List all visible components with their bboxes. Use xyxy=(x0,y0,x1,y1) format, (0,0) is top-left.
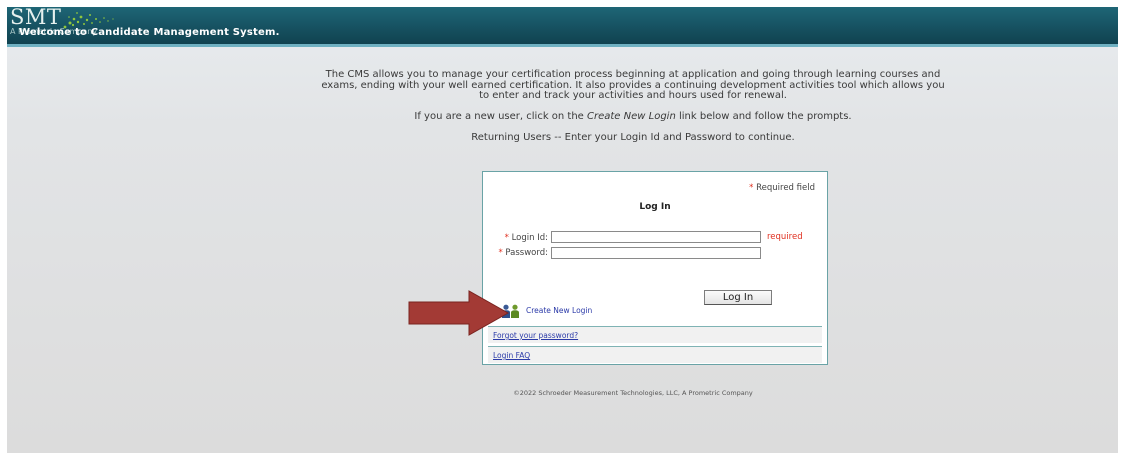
copyright-footer: ©2022 Schroeder Measurement Technologies… xyxy=(513,389,753,397)
new-user-instructions: If you are a new user, click on the Crea… xyxy=(317,110,949,123)
returning-user-instructions: Returning Users -- Enter your Login Id a… xyxy=(471,132,795,143)
required-asterisk: * xyxy=(749,183,754,193)
login-faq-link[interactable]: Login FAQ xyxy=(493,351,530,360)
login-button[interactable]: Log In xyxy=(704,290,772,305)
create-login-reference: Create New Login xyxy=(587,110,676,122)
intro-text: The CMS allows you to manage your certif… xyxy=(317,69,949,144)
annotation-arrow-icon xyxy=(408,290,510,336)
login-faq-row: Login FAQ xyxy=(488,346,822,363)
required-asterisk: * xyxy=(498,248,503,258)
login-id-input[interactable] xyxy=(551,231,761,243)
login-title: Log In xyxy=(639,202,671,212)
login-panel: * Required field Log In * Login Id: requ… xyxy=(482,171,828,365)
login-id-label: * Login Id: xyxy=(505,233,548,243)
password-label: * Password: xyxy=(498,248,548,258)
forgot-password-row: Forgot your password? xyxy=(488,326,822,343)
page-frame: SMT A Prometric Company Welcome to Candi… xyxy=(7,5,1118,453)
login-id-label-text: Login Id: xyxy=(511,233,548,243)
new-user-text: If you are a new user, click on the xyxy=(414,110,588,122)
create-new-login-link[interactable]: Create New Login xyxy=(526,306,592,315)
welcome-title: Welcome to Candidate Management System. xyxy=(19,27,280,38)
password-input[interactable] xyxy=(551,247,761,259)
password-label-text: Password: xyxy=(505,248,548,258)
login-id-required: required xyxy=(767,232,803,242)
intro-paragraph: The CMS allows you to manage your certif… xyxy=(321,69,945,101)
required-field-text: Required field xyxy=(756,183,815,193)
app-header: SMT A Prometric Company Welcome to Candi… xyxy=(7,5,1118,47)
required-asterisk: * xyxy=(504,233,509,243)
required-field-note: * Required field xyxy=(749,183,815,193)
smt-logo: SMT xyxy=(10,5,62,29)
new-user-text-end: link below and follow the prompts. xyxy=(675,110,852,122)
